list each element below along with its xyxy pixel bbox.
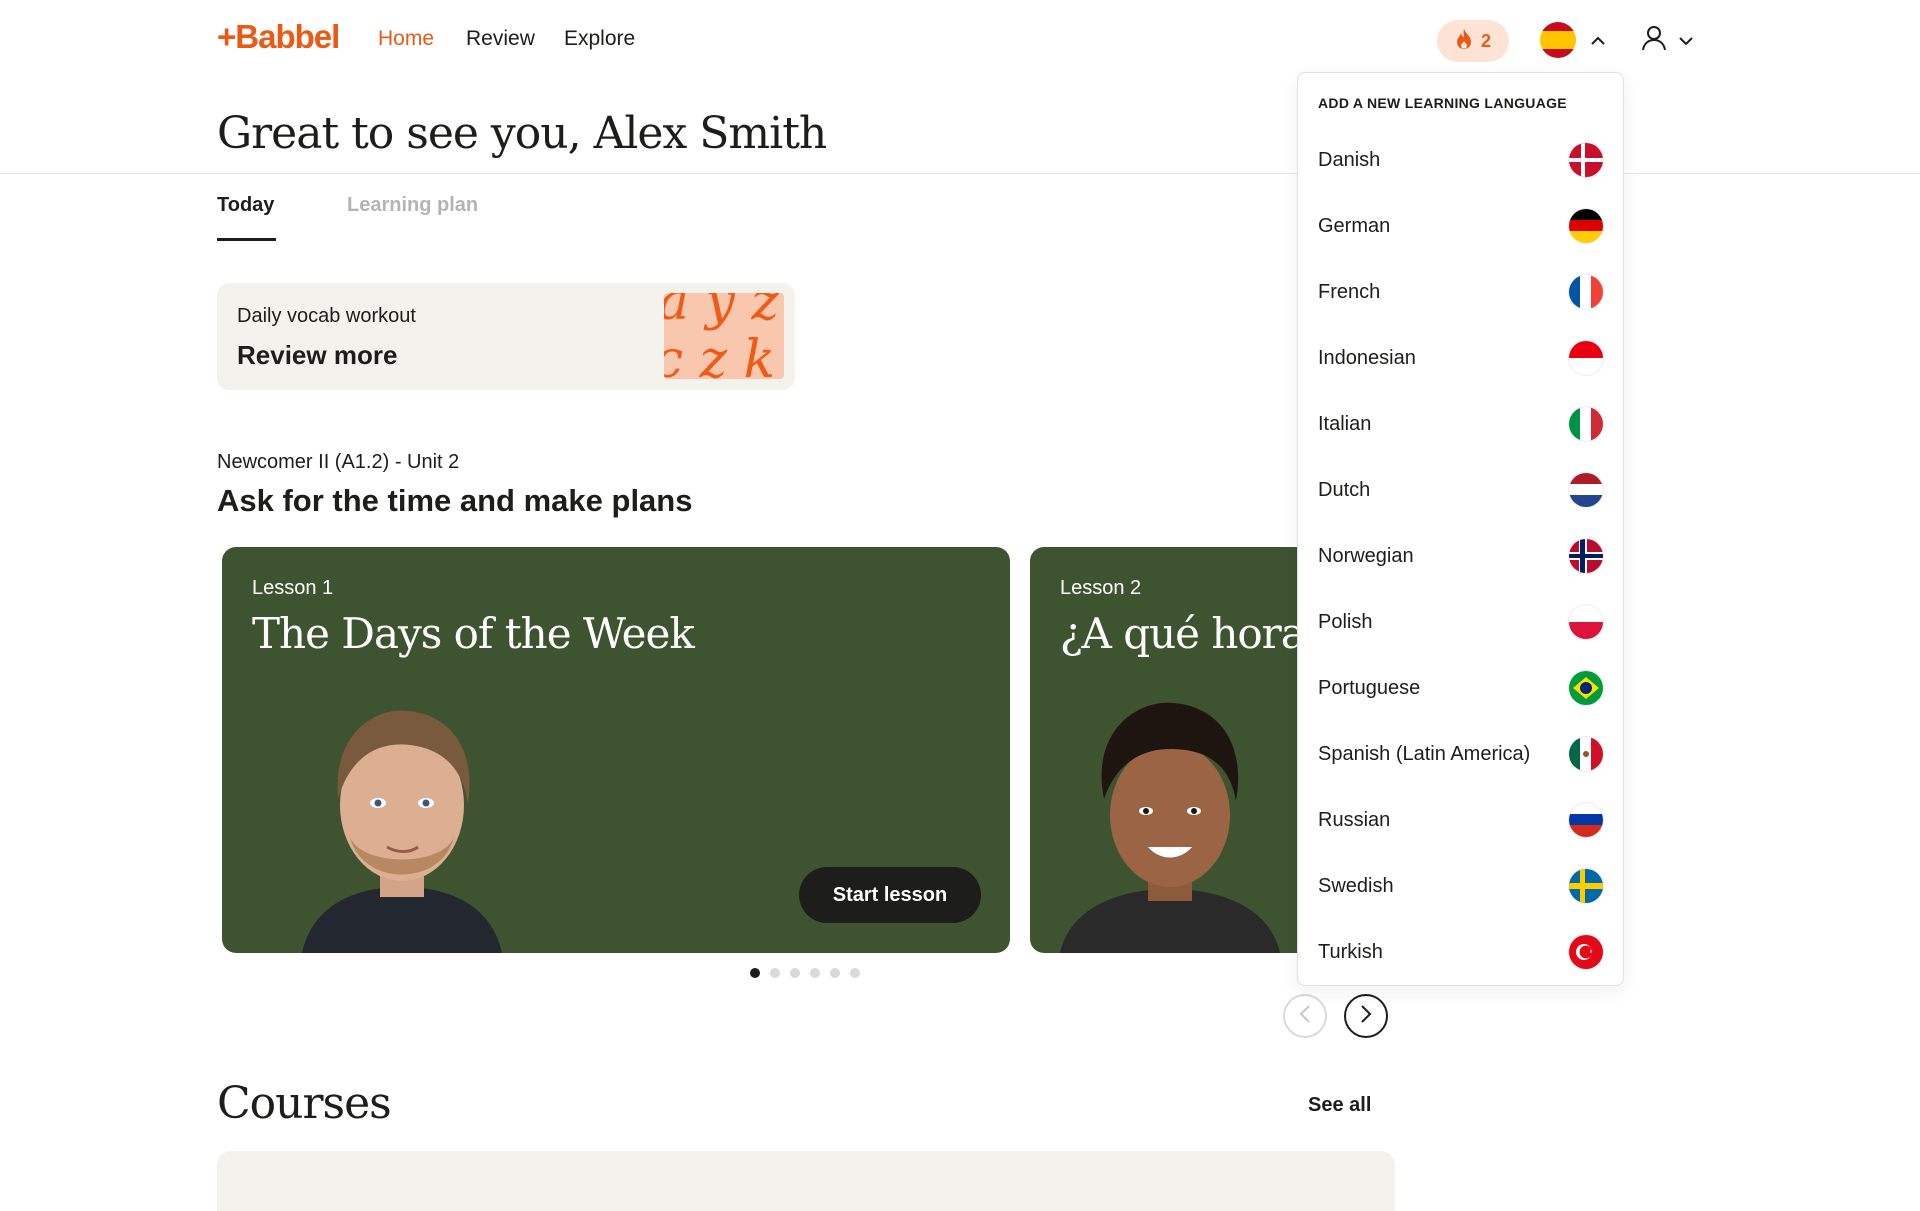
lesson-card[interactable]: Lesson 1 The Days of the Week Start less…: [222, 547, 1010, 953]
sweden-flag-icon: [1569, 869, 1603, 903]
language-option-portuguese[interactable]: Portuguese: [1298, 655, 1623, 721]
user-icon: [1640, 24, 1668, 56]
language-label: Danish: [1318, 148, 1381, 171]
spain-flag-icon: [1540, 22, 1576, 58]
france-flag-icon: [1569, 275, 1603, 309]
chevron-up-icon: [1590, 31, 1606, 50]
poland-flag-icon: [1569, 605, 1603, 639]
nav-explore[interactable]: Explore: [564, 27, 635, 51]
header-divider: [0, 173, 1920, 174]
chevron-down-icon: [1678, 31, 1694, 50]
germany-flag-icon: [1569, 209, 1603, 243]
letters-illustration: a y z c z k: [664, 293, 784, 379]
language-option-dutch[interactable]: Dutch: [1298, 457, 1623, 523]
lesson-card[interactable]: Lesson 2 ¿A qué hora q: [1030, 547, 1330, 953]
babbel-logo[interactable]: +Babbel: [217, 18, 340, 56]
dropdown-heading: ADD A NEW LEARNING LANGUAGE: [1318, 95, 1567, 111]
courses-heading: Courses: [217, 1078, 392, 1129]
language-option-turkish[interactable]: Turkish: [1298, 919, 1623, 985]
language-option-swedish[interactable]: Swedish: [1298, 853, 1623, 919]
language-label: Portuguese: [1318, 676, 1421, 699]
netherlands-flag-icon: [1569, 473, 1603, 507]
brazil-flag-icon: [1569, 671, 1603, 705]
pagination-dot[interactable]: [830, 968, 840, 978]
language-option-spanish-latin-america[interactable]: Spanish (Latin America): [1298, 721, 1623, 787]
page-title: Great to see you, Alex Smith: [217, 108, 827, 159]
mexico-flag-icon: [1569, 737, 1603, 771]
carousel-prev-button[interactable]: [1283, 994, 1327, 1038]
russia-flag-icon: [1569, 803, 1603, 837]
language-label: Norwegian: [1318, 544, 1414, 567]
pagination-dot[interactable]: [850, 968, 860, 978]
svg-text:a y z: a y z: [664, 293, 779, 332]
lesson-portrait: [1050, 689, 1290, 953]
svg-text:c z k: c z k: [664, 330, 775, 379]
language-option-danish[interactable]: Danish: [1298, 127, 1623, 193]
language-label: German: [1318, 214, 1391, 237]
pagination-dot[interactable]: [770, 968, 780, 978]
language-label: Spanish (Latin America): [1318, 742, 1531, 765]
carousel-pagination: [750, 968, 860, 978]
unit-title: Ask for the time and make plans: [217, 483, 693, 518]
norway-flag-icon: [1569, 539, 1603, 573]
language-option-russian[interactable]: Russian: [1298, 787, 1623, 853]
streak-badge[interactable]: 2: [1437, 20, 1509, 62]
start-lesson-button[interactable]: Start lesson: [799, 867, 981, 923]
pagination-dot[interactable]: [790, 968, 800, 978]
language-option-french[interactable]: French: [1298, 259, 1623, 325]
language-label: French: [1318, 280, 1381, 303]
pagination-dot[interactable]: [750, 968, 760, 978]
lesson-title: ¿A qué hora q: [1060, 609, 1330, 658]
vocab-review-card[interactable]: Daily vocab workout Review more a y z c …: [217, 283, 795, 390]
active-tab-indicator: [217, 238, 276, 241]
lesson-number: Lesson 2: [1060, 577, 1142, 599]
language-dropdown: ADD A NEW LEARNING LANGUAGE Danish Germa…: [1297, 72, 1624, 986]
chevron-left-icon: [1299, 1004, 1311, 1028]
nav-home[interactable]: Home: [378, 27, 434, 51]
language-label: Russian: [1318, 808, 1391, 831]
language-option-italian[interactable]: Italian: [1298, 391, 1623, 457]
tab-today[interactable]: Today: [217, 194, 274, 217]
language-option-german[interactable]: German: [1298, 193, 1623, 259]
lesson-portrait: [292, 687, 512, 953]
user-menu[interactable]: [1640, 24, 1694, 56]
language-label: Polish: [1318, 610, 1373, 633]
streak-count: 2: [1480, 30, 1491, 51]
chevron-right-icon: [1360, 1004, 1372, 1028]
indonesia-flag-icon: [1569, 341, 1603, 375]
language-label: Indonesian: [1318, 346, 1416, 369]
language-option-indonesian[interactable]: Indonesian: [1298, 325, 1623, 391]
language-label: Turkish: [1318, 940, 1383, 963]
carousel-next-button[interactable]: [1344, 994, 1388, 1038]
unit-label: Newcomer II (A1.2) - Unit 2: [217, 451, 460, 473]
turkey-flag-icon: [1569, 935, 1603, 969]
courses-panel: [217, 1151, 1395, 1211]
language-option-polish[interactable]: Polish: [1298, 589, 1623, 655]
vocab-subtitle: Daily vocab workout: [237, 305, 416, 327]
lesson-number: Lesson 1: [252, 577, 334, 599]
pagination-dot[interactable]: [810, 968, 820, 978]
language-label: Swedish: [1318, 874, 1394, 897]
tab-learning-plan[interactable]: Learning plan: [347, 194, 478, 217]
language-label: Italian: [1318, 412, 1372, 435]
see-all-courses-link[interactable]: See all: [1308, 1094, 1371, 1117]
review-more-link[interactable]: Review more: [237, 340, 397, 371]
language-switcher[interactable]: [1540, 22, 1606, 58]
lesson-title: The Days of the Week: [252, 609, 695, 658]
nav-review[interactable]: Review: [466, 27, 535, 51]
denmark-flag-icon: [1569, 143, 1603, 177]
flame-icon: [1455, 28, 1473, 55]
language-label: Dutch: [1318, 478, 1371, 501]
italy-flag-icon: [1569, 407, 1603, 441]
language-option-norwegian[interactable]: Norwegian: [1298, 523, 1623, 589]
